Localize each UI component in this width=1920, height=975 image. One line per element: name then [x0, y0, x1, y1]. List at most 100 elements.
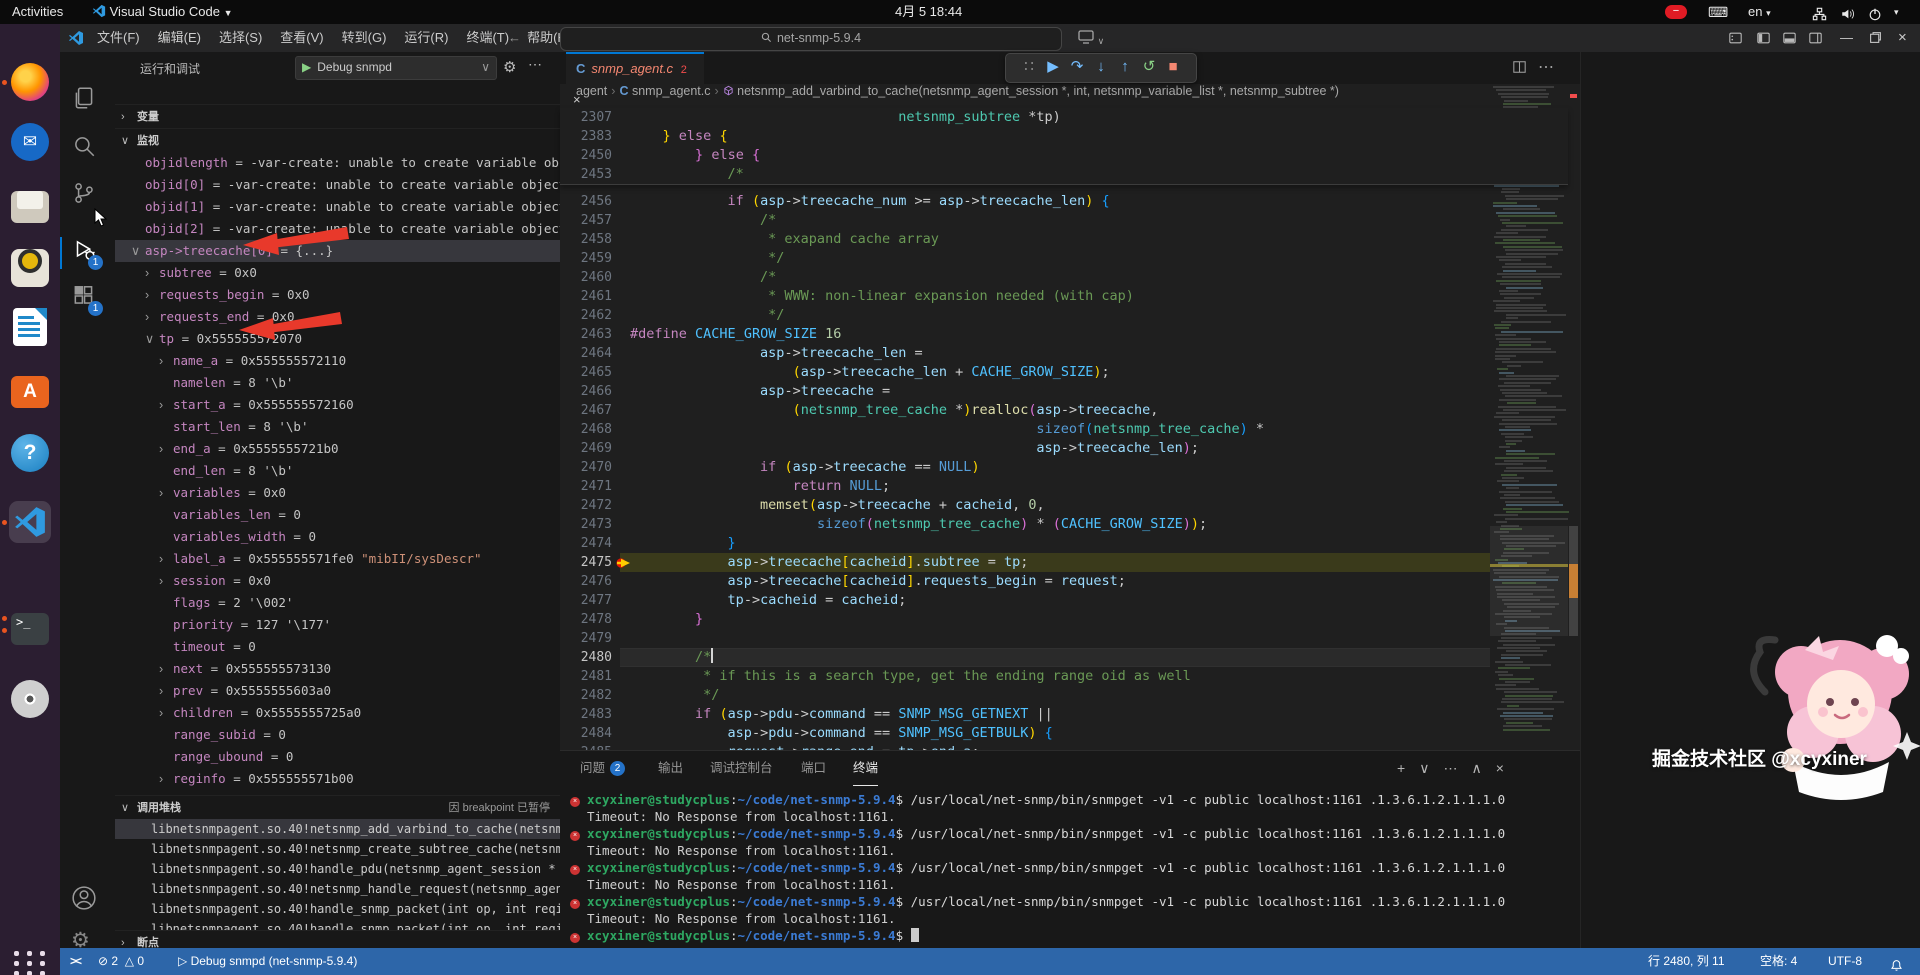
section-callstack[interactable]: ∨ 调用堆栈因 breakpoint 已暂停 [115, 795, 560, 820]
split-editor-icon[interactable] [1512, 60, 1527, 79]
indentation-status[interactable]: 空格: 4 [1760, 948, 1797, 975]
activity-settings-gear[interactable]: ⚙ [71, 928, 103, 960]
watch-row-variables[interactable]: › variables = 0x0 [115, 482, 560, 504]
nav-forward-button[interactable]: → [532, 24, 545, 52]
watch-row-flags[interactable]: flags = 2 '\002' [115, 592, 560, 614]
watch-row-timeout[interactable]: timeout = 0 [115, 636, 560, 658]
cursor-position-status[interactable]: 行 2480, 列 11 [1648, 948, 1725, 975]
stack-frame-0[interactable]: libnetsnmpagent.so.40!netsnmp_add_varbin… [115, 819, 560, 839]
watch-row-name_a[interactable]: › name_a = 0x555555572110 [115, 350, 560, 372]
dock-item-vscode[interactable] [9, 501, 51, 543]
debug-continue-button[interactable]: ▶ [1041, 54, 1065, 80]
nav-back-button[interactable]: ← [508, 24, 521, 52]
watch-row-start_a[interactable]: › start_a = 0x555555572160 [115, 394, 560, 416]
debug-start-icon[interactable]: ▶ [296, 60, 317, 74]
keyboard-icon[interactable]: ⌨ [1708, 0, 1728, 24]
menu-5[interactable]: 运行(R) [395, 24, 457, 52]
encoding-status[interactable]: UTF-8 [1828, 948, 1862, 975]
watch-row-start_len[interactable]: start_len = 8 '\b' [115, 416, 560, 438]
chevron-down-icon[interactable]: ▾ [1894, 0, 1899, 24]
panel-tab-终端[interactable]: 终端 [853, 751, 879, 786]
command-center-search[interactable]: net-snmp-5.9.4 [560, 27, 1062, 51]
panel-maximize-panel-icon[interactable]: ∧ [1471, 760, 1481, 776]
customize-layout-icon[interactable] [1728, 31, 1743, 48]
editor-more-actions-icon[interactable]: ⋯ [1538, 52, 1554, 84]
stack-frame-2[interactable]: libnetsnmpagent.so.40!handle_pdu(netsnmp… [115, 859, 560, 879]
section-watch[interactable]: ∨ 监视 [115, 128, 560, 153]
activity-search[interactable] [71, 133, 103, 165]
menu-0[interactable]: 文件(F) [88, 24, 149, 52]
panel-tab-调试控制台[interactable]: 调试控制台 [710, 751, 773, 785]
panel-terminal-profile-dropdown-icon[interactable]: ∨ [1419, 760, 1429, 776]
watch-row-objid[0][interactable]: objid[0] = -var-create: unable to create… [115, 174, 560, 196]
dock-item-help[interactable]: ? [9, 432, 51, 474]
panel-tab-端口[interactable]: 端口 [801, 751, 826, 785]
menu-4[interactable]: 转到(G) [333, 24, 396, 52]
toggle-primary-sidebar-icon[interactable] [1756, 31, 1771, 48]
debug-config-dropdown[interactable]: ▶ Debug snmpd ∨ [295, 56, 497, 80]
clock[interactable]: 4月 5 18:44 [895, 0, 962, 24]
minimap[interactable] [1490, 86, 1569, 750]
tab-snmp-agent-c[interactable]: Csnmp_agent.c 2 × [566, 52, 704, 107]
section-variables[interactable]: › 变量 [115, 104, 560, 129]
breadcrumb-symbol[interactable]: netsnmp_add_varbind_to_cache(netsnmp_age… [737, 84, 1339, 98]
menu-1[interactable]: 编辑(E) [149, 24, 210, 52]
dock-item-firefox[interactable] [9, 61, 51, 103]
activities-button[interactable]: Activities [12, 0, 63, 24]
minimize-button[interactable]: — [1840, 24, 1853, 52]
watch-row-variables_len[interactable]: variables_len = 0 [115, 504, 560, 526]
watch-row-namelen[interactable]: namelen = 8 '\b' [115, 372, 560, 394]
debug-stop-button[interactable]: ■ [1161, 54, 1185, 80]
watch-row-end_a[interactable]: › end_a = 0x5555555721b0 [115, 438, 560, 460]
close-window-button[interactable]: × [1898, 24, 1907, 52]
dock-item-rhythmbox[interactable] [9, 242, 51, 287]
breadcrumb-folder[interactable]: agent [576, 84, 607, 98]
dock-item-app-grid[interactable] [9, 945, 51, 975]
stack-frame-4[interactable]: libnetsnmpagent.so.40!handle_snmp_packet… [115, 899, 560, 919]
section-breakpoints[interactable]: › 断点 [115, 930, 560, 955]
watch-row-label_a[interactable]: › label_a = 0x555555571fe0 "mibII/sysDesc… [115, 548, 560, 570]
dock-item-ubuntu-software[interactable]: A [9, 371, 51, 413]
stack-frame-3[interactable]: libnetsnmpagent.so.40!netsnmp_handle_req… [115, 879, 560, 899]
debug-settings-gear-icon[interactable]: ⚙ [503, 58, 516, 76]
watch-row-session[interactable]: › session = 0x0 [115, 570, 560, 592]
dock-item-files[interactable] [9, 184, 51, 226]
editor-scrollbar[interactable] [1568, 86, 1580, 750]
debug-restart-button[interactable]: ↺ [1137, 54, 1161, 80]
stack-frame-1[interactable]: libnetsnmpagent.so.40!netsnmp_create_sub… [115, 839, 560, 859]
watch-row-reginfo[interactable]: › reginfo = 0x555555571b00 [115, 768, 560, 790]
menu-2[interactable]: 选择(S) [210, 24, 271, 52]
panel-more-actions-icon[interactable]: ⋯ [1443, 760, 1457, 776]
do-not-disturb-icon[interactable]: − [1665, 5, 1687, 19]
toggle-secondary-sidebar-icon[interactable] [1808, 31, 1823, 48]
watch-row-next[interactable]: › next = 0x555555573130 [115, 658, 560, 680]
watch-row-children[interactable]: › children = 0x5555555725a0 [115, 702, 560, 724]
dock-item-thunderbird[interactable]: ✉ [9, 121, 51, 163]
panel-tab-输出[interactable]: 输出 [658, 751, 683, 785]
panel-new-terminal-icon[interactable]: + [1397, 760, 1405, 776]
watch-row-end_len[interactable]: end_len = 8 '\b' [115, 460, 560, 482]
notifications-bell-icon[interactable] [1890, 955, 1903, 975]
panel-close-panel-icon[interactable]: × [1496, 760, 1504, 776]
activity-explorer[interactable] [71, 85, 103, 117]
debug-step-into-button[interactable]: ↓ [1089, 54, 1113, 80]
debug-more-actions-icon[interactable]: ⋯ [528, 56, 542, 73]
code-editor[interactable]: 2456 if (asp->treecache_num >= asp->tree… [560, 184, 1568, 750]
watch-row-objidlength[interactable]: objidlength = -var-create: unable to cre… [115, 152, 560, 174]
screencast-icon[interactable]: ∨ [1078, 30, 1104, 47]
panel-tab-问题[interactable]: 问题 2 [580, 751, 626, 785]
watch-row-prev[interactable]: › prev = 0x5555555603a0 [115, 680, 560, 702]
watch-row-priority[interactable]: priority = 127 '\177' [115, 614, 560, 636]
breadcrumb-file[interactable]: snmp_agent.c [632, 84, 711, 98]
debug-step-out-button[interactable]: ↑ [1113, 54, 1137, 80]
dock-item-disc[interactable] [9, 678, 51, 720]
watch-row-range_subid[interactable]: range_subid = 0 [115, 724, 560, 746]
menu-3[interactable]: 查看(V) [271, 24, 332, 52]
restore-button[interactable] [1869, 31, 1882, 47]
dock-item-terminal[interactable]: >_ [9, 608, 51, 650]
watch-row-variables_width[interactable]: variables_width = 0 [115, 526, 560, 548]
input-language-indicator[interactable]: en ▾ [1748, 0, 1771, 24]
stack-frame-5[interactable]: libnetsnmpagent.so.40!handle_snmp_packet… [115, 919, 560, 930]
app-menu[interactable]: Visual Studio Code ▼ [92, 0, 233, 24]
breadcrumb[interactable]: agent › C snmp_agent.c › netsnmp_add_varbin… [560, 84, 1580, 108]
